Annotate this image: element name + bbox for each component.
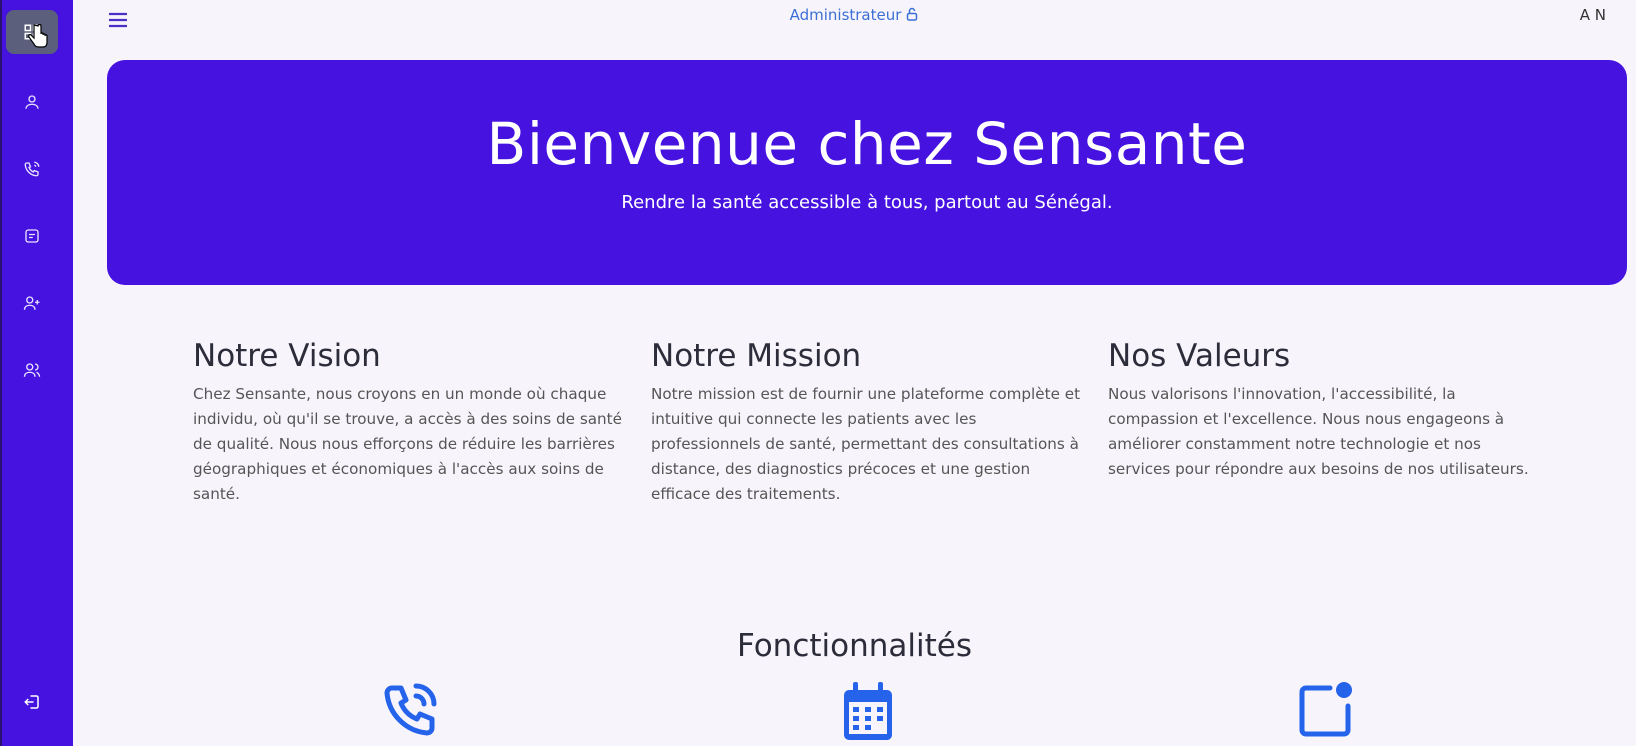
values-section: Nos Valeurs Nous valorisons l'innovation… (1108, 338, 1538, 482)
section-title: Notre Vision (193, 338, 381, 374)
mission-section: Notre Mission Notre mission est de fourn… (651, 338, 1081, 507)
hero-banner: Bienvenue chez Sensante Rendre la santé … (107, 60, 1627, 285)
users-icon (23, 363, 41, 377)
calendar-icon (844, 682, 892, 740)
unlock-icon (905, 7, 919, 21)
user-role-label: Administrateur (789, 6, 902, 24)
sidebar-item-users[interactable] (6, 348, 58, 392)
hand-cursor-icon (28, 23, 48, 48)
top-bar: Administrateur A N (73, 0, 1636, 40)
vision-section: Notre Vision Chez Sensante, nous croyons… (193, 338, 623, 507)
hero-title: Bienvenue chez Sensante (486, 110, 1248, 178)
logout-icon (24, 695, 39, 709)
features-title: Fonctionnalités (736, 628, 972, 664)
phone-call-icon (24, 161, 40, 177)
section-title: Notre Mission (651, 338, 862, 374)
sidebar-item-notes[interactable] (6, 214, 58, 258)
section-title: Nos Valeurs (1108, 338, 1291, 374)
user-avatar[interactable]: A N (1580, 6, 1606, 24)
section-text: Notre mission est de fournir une platefo… (651, 385, 1081, 503)
section-text: Nous valorisons l'innovation, l'accessib… (1108, 385, 1529, 478)
section-text: Chez Sensante, nous croyons en un monde … (193, 385, 622, 503)
user-plus-icon (23, 296, 40, 310)
notification-icon (1299, 682, 1352, 737)
sidebar-item-add-user[interactable] (6, 281, 58, 325)
user-role: Administrateur (73, 6, 1636, 24)
user-icon (25, 95, 39, 109)
sidebar-item-profile[interactable] (6, 80, 58, 124)
sidebar-item-logout[interactable] (6, 680, 58, 724)
note-icon (25, 229, 39, 243)
hero-subtitle: Rendre la santé accessible à tous, parto… (621, 192, 1113, 213)
sidebar-item-calls[interactable] (6, 147, 58, 191)
phone-call-icon (384, 683, 437, 736)
